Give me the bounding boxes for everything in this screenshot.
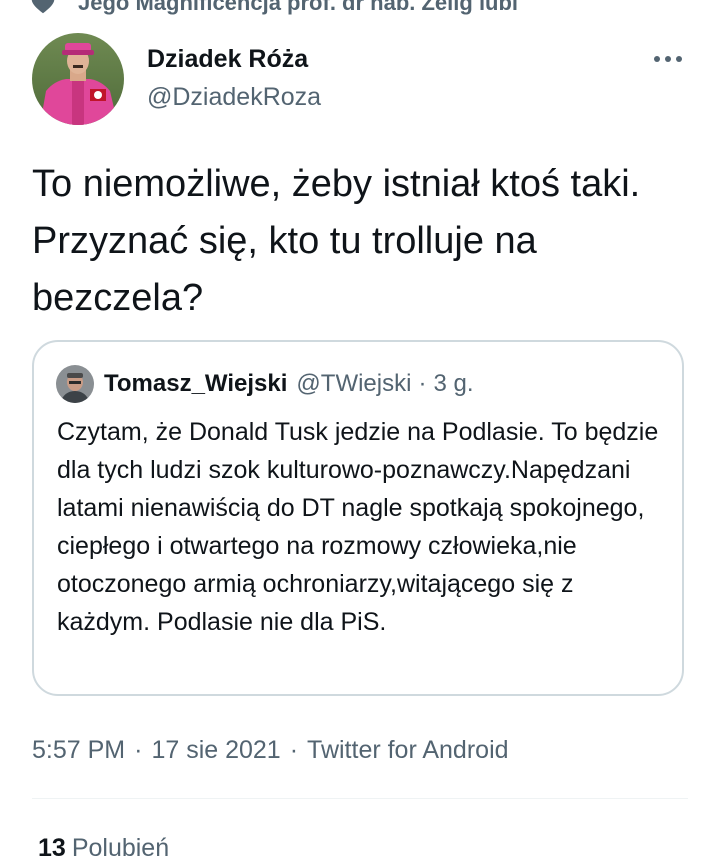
quoted-tweet-text: Czytam, że Donald Tusk jedzie na Podlasi…: [57, 418, 659, 636]
quoted-author-avatar[interactable]: [56, 365, 94, 403]
heart-icon: [30, 0, 56, 16]
more-dot: [665, 56, 671, 62]
divider: [32, 798, 688, 799]
author-avatar[interactable]: [32, 33, 124, 125]
quoted-tweet-card[interactable]: Tomasz_Wiejski @TWiejski · 3 g. Czytam, …: [32, 340, 684, 696]
social-context-text: Jego Magnificencja prof. dr hab. Zelig l…: [78, 0, 519, 15]
more-dot: [676, 56, 682, 62]
tweet-metadata: 5:57 PM · 17 sie 2021 · Twitter for Android: [32, 733, 509, 767]
likes-label: Polubień: [71, 834, 170, 862]
quoted-author-handle[interactable]: @TWiejski: [296, 369, 411, 399]
quoted-author-display-name[interactable]: Tomasz_Wiejski: [104, 369, 287, 399]
tweet-date[interactable]: 17 sie 2021: [151, 736, 280, 764]
meta-separator: ·: [134, 736, 143, 764]
tweet-text: To niemożliwe, żeby istniał ktoś taki. P…: [32, 163, 641, 319]
likes-count: 13: [38, 834, 66, 862]
likes-stat[interactable]: 13 Polubień: [38, 833, 169, 863]
more-options-button[interactable]: [650, 49, 686, 69]
tweet-time[interactable]: 5:57 PM: [32, 736, 125, 764]
tweet-source[interactable]: Twitter for Android: [307, 736, 508, 764]
meta-separator: ·: [289, 736, 299, 764]
quoted-tweet-time[interactable]: 3 g.: [433, 369, 473, 399]
tweet-author: Dziadek Róża @DziadekRoza: [32, 33, 688, 127]
author-handle[interactable]: @DziadekRoza: [147, 82, 321, 112]
author-display-name[interactable]: Dziadek Róża: [147, 44, 321, 74]
social-context[interactable]: Jego Magnificencja prof. dr hab. Zelig l…: [30, 0, 518, 18]
quoted-separator: ·: [418, 370, 427, 397]
quoted-tweet-header: Tomasz_Wiejski @TWiejski · 3 g.: [56, 365, 473, 403]
more-dot: [654, 56, 660, 62]
